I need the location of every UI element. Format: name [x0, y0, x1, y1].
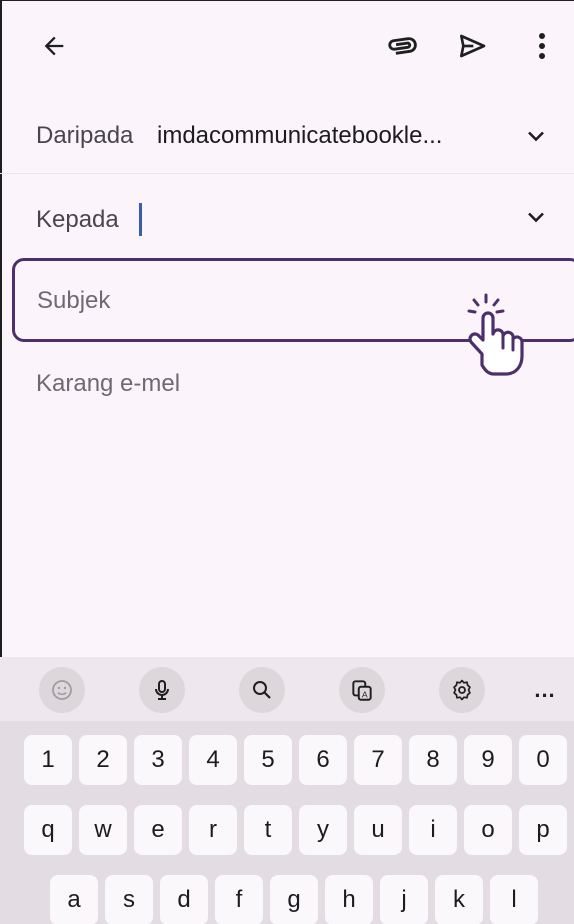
key-o[interactable]: o	[464, 805, 512, 855]
microphone-icon[interactable]	[139, 667, 185, 713]
clipboard-translate-icon[interactable]: A	[339, 667, 385, 713]
key-h[interactable]: h	[325, 875, 373, 924]
key-j[interactable]: j	[380, 875, 428, 924]
key-t[interactable]: t	[244, 805, 292, 855]
settings-icon[interactable]	[439, 667, 485, 713]
key-6[interactable]: 6	[299, 735, 347, 785]
to-row[interactable]: Kepada	[0, 176, 574, 256]
from-label: Daripada	[36, 122, 134, 149]
key-d[interactable]: d	[160, 875, 208, 924]
key-p[interactable]: p	[519, 805, 567, 855]
text-cursor	[139, 203, 142, 236]
key-a[interactable]: a	[50, 875, 98, 924]
svg-text:A: A	[362, 690, 368, 700]
key-q[interactable]: q	[24, 805, 72, 855]
key-e[interactable]: e	[134, 805, 182, 855]
search-icon[interactable]	[239, 667, 285, 713]
subject-placeholder: Subjek	[37, 287, 111, 314]
key-f[interactable]: f	[215, 875, 263, 924]
key-1[interactable]: 1	[24, 735, 72, 785]
compose-body-placeholder[interactable]: Karang e-mel	[36, 370, 180, 398]
paperclip-icon[interactable]	[380, 26, 424, 66]
key-i[interactable]: i	[409, 805, 457, 855]
key-w[interactable]: w	[79, 805, 127, 855]
chevron-down-icon[interactable]	[522, 203, 550, 231]
tap-hand-icon	[467, 293, 524, 376]
key-u[interactable]: u	[354, 805, 402, 855]
key-y[interactable]: y	[299, 805, 347, 855]
more-options-icon[interactable]: ...	[522, 667, 568, 713]
key-k[interactable]: k	[435, 875, 483, 924]
key-3[interactable]: 3	[134, 735, 182, 785]
key-8[interactable]: 8	[409, 735, 457, 785]
from-row[interactable]: Daripada imdacommunicatebookle...	[0, 100, 574, 174]
key-l[interactable]: l	[490, 875, 538, 924]
send-icon[interactable]	[450, 26, 494, 66]
key-7[interactable]: 7	[354, 735, 402, 785]
emoji-icon[interactable]	[39, 667, 85, 713]
more-vert-icon[interactable]	[522, 26, 562, 66]
key-g[interactable]: g	[270, 875, 318, 924]
keyboard: 1234567890 qwertyuiop asdfghjkl	[0, 721, 574, 924]
chevron-down-icon[interactable]	[522, 122, 550, 150]
key-4[interactable]: 4	[189, 735, 237, 785]
key-9[interactable]: 9	[464, 735, 512, 785]
key-0[interactable]: 0	[519, 735, 567, 785]
from-address[interactable]: imdacommunicatebookle...	[157, 122, 442, 150]
key-5[interactable]: 5	[244, 735, 292, 785]
key-2[interactable]: 2	[79, 735, 127, 785]
keyboard-toolbar: A ...	[0, 657, 574, 721]
key-r[interactable]: r	[189, 805, 237, 855]
back-arrow-icon[interactable]	[34, 26, 74, 66]
to-label: Kepada	[36, 206, 119, 233]
top-app-bar	[0, 0, 574, 92]
key-s[interactable]: s	[105, 875, 153, 924]
